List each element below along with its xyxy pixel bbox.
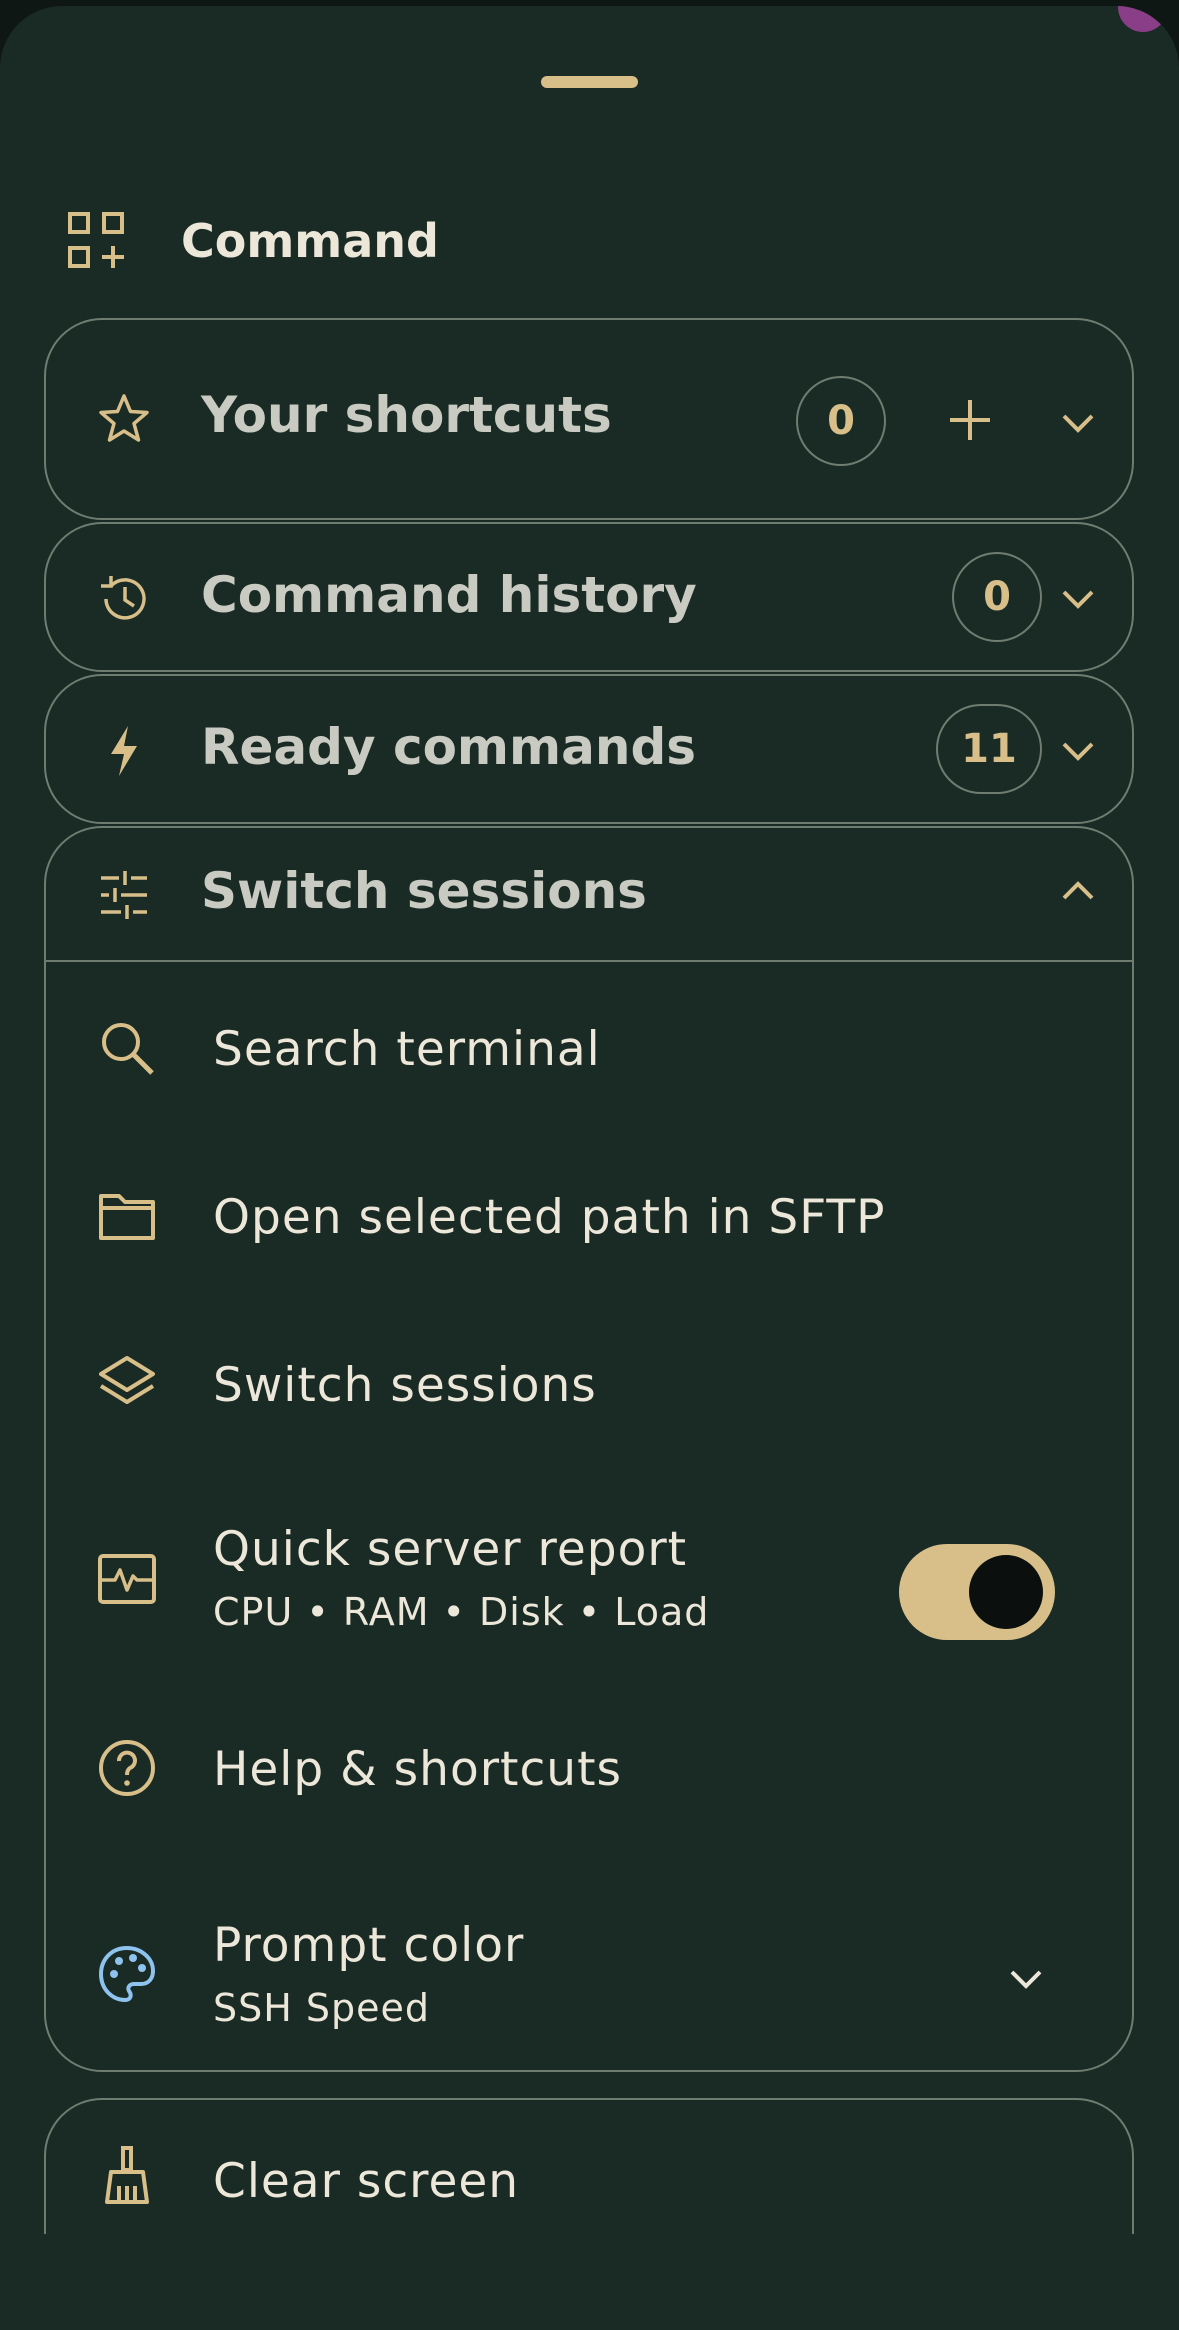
item-title: Open selected path in SFTP <box>213 1190 886 1245</box>
star-icon <box>99 394 149 442</box>
section-title: Switch sessions <box>201 862 647 920</box>
menu-item-quick-server-report[interactable]: Quick server report CPU • RAM • Disk • L… <box>46 1508 1132 1648</box>
chevron-down-icon[interactable] <box>1058 402 1098 442</box>
section-command-history[interactable]: Command history 0 <box>44 522 1134 672</box>
count-badge: 0 <box>952 552 1042 642</box>
menu-item-help-shortcuts[interactable]: Help & shortcuts <box>46 1718 1132 1818</box>
palette-icon <box>98 1945 156 2003</box>
item-title: Prompt color <box>213 1918 525 1973</box>
section-your-shortcuts[interactable]: Your shortcuts 0 <box>44 318 1134 520</box>
page-title: Command <box>181 214 439 268</box>
command-sheet: Command Your shortcuts 0 Command history… <box>0 6 1179 2330</box>
count-badge: 11 <box>936 704 1042 794</box>
lightning-icon <box>111 726 137 776</box>
toggle-knob <box>969 1555 1043 1629</box>
avatar <box>1118 6 1168 32</box>
broom-icon <box>105 2146 149 2204</box>
chevron-down-icon[interactable] <box>1006 1958 1046 1998</box>
section-title: Your shortcuts <box>201 386 612 444</box>
item-subtitle: CPU • RAM • Disk • Load <box>213 1590 710 1634</box>
bottom-area <box>0 2234 1179 2330</box>
sliders-icon <box>101 871 147 919</box>
section-ready-commands[interactable]: Ready commands 11 <box>44 674 1134 824</box>
menu-item-prompt-color[interactable]: Prompt color SSH Speed <box>46 1900 1132 2040</box>
history-icon <box>101 576 146 620</box>
grid-plus-icon <box>68 212 124 268</box>
count-badge: 0 <box>796 376 886 466</box>
section-title: Command history <box>201 566 697 624</box>
menu-item-open-sftp[interactable]: Open selected path in SFTP <box>46 1166 1132 1266</box>
chevron-down-icon[interactable] <box>1058 730 1098 770</box>
chevron-down-icon[interactable] <box>1058 578 1098 618</box>
drag-handle[interactable] <box>541 76 638 88</box>
sheet-header: Command <box>68 206 439 276</box>
item-title: Clear screen <box>213 2154 520 2209</box>
chevron-up-icon[interactable] <box>1058 872 1098 912</box>
search-icon <box>102 1023 154 1075</box>
server-report-toggle[interactable] <box>899 1544 1055 1640</box>
monitor-pulse-icon <box>98 1554 156 1604</box>
layers-icon <box>99 1356 155 1404</box>
menu-item-switch-sessions[interactable]: Switch sessions <box>46 1334 1132 1434</box>
section-switch-sessions: Switch sessions Search terminal Open sel… <box>44 826 1134 2072</box>
divider <box>46 960 1132 962</box>
folder-icon <box>99 1194 155 1240</box>
section-title: Ready commands <box>201 718 697 776</box>
item-title: Switch sessions <box>213 1358 597 1413</box>
add-shortcut-button[interactable] <box>946 396 994 444</box>
item-title: Search terminal <box>213 1022 601 1077</box>
item-title: Quick server report <box>213 1522 688 1577</box>
item-title: Help & shortcuts <box>213 1742 623 1797</box>
item-subtitle: SSH Speed <box>213 1986 431 2030</box>
menu-item-search-terminal[interactable]: Search terminal <box>46 998 1132 1098</box>
help-icon <box>99 1740 155 1796</box>
